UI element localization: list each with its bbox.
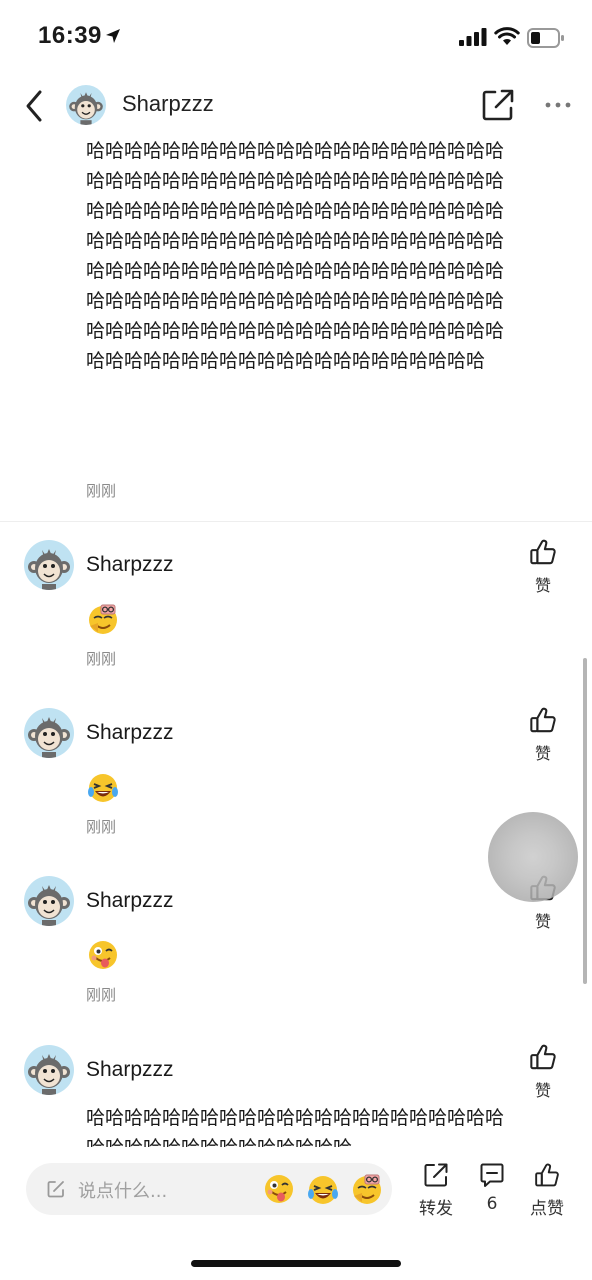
monkey-avatar-icon [66, 85, 106, 125]
like-label: 赞 [534, 744, 551, 763]
comment-timestamp: 刚刚 [86, 650, 117, 668]
comment-like-button[interactable]: 赞 [528, 1043, 558, 1100]
share-icon [424, 1163, 448, 1187]
share-label: 转发 [419, 1199, 453, 1219]
comment-username[interactable]: Sharpzzz [86, 1058, 174, 1082]
like-label: 赞 [534, 576, 551, 595]
comment-timestamp: 刚刚 [86, 986, 117, 1004]
comment-icon [480, 1163, 504, 1187]
status-bar: 16:39 [0, 0, 592, 76]
comment-username[interactable]: Sharpzzz [86, 889, 174, 913]
battery-icon [527, 28, 564, 48]
header: Sharpzzz [0, 76, 592, 136]
comment-text: 哈哈哈哈哈哈哈哈哈哈哈哈哈哈哈哈哈哈哈哈哈哈哈哈哈哈哈哈哈哈哈哈哈哈哈哈 [86, 1107, 505, 1147]
like-label: 点赞 [530, 1199, 564, 1219]
nerd-glasses-emoji-icon [86, 602, 120, 636]
monkey-avatar-icon [24, 1045, 74, 1095]
cellular-signal-icon [459, 28, 487, 46]
monkey-avatar-icon [24, 876, 74, 926]
monkey-avatar-icon [24, 708, 74, 758]
thumbs-up-icon [529, 538, 557, 566]
comment-input-placeholder: 说点什么... [78, 1181, 168, 1202]
post-timestamp: 刚刚 [86, 482, 117, 500]
comment-username[interactable]: Sharpzzz [86, 553, 174, 577]
like-label: 赞 [534, 1081, 551, 1100]
comment-count: 6 [486, 1194, 498, 1214]
header-username[interactable]: Sharpzzz [122, 91, 214, 117]
avatar[interactable] [24, 540, 74, 590]
thumbs-up-icon [529, 1043, 557, 1071]
post-body-text: 哈哈哈哈哈哈哈哈哈哈哈哈哈哈哈哈哈哈哈哈哈哈哈哈哈哈哈哈哈哈哈哈哈哈哈哈哈哈哈哈… [86, 140, 505, 372]
home-indicator[interactable] [191, 1260, 401, 1267]
comment-like-button[interactable]: 赞 [528, 538, 558, 595]
share-button[interactable] [481, 88, 515, 122]
thumbs-up-icon [529, 706, 557, 734]
location-arrow-icon [106, 29, 120, 43]
comment-input[interactable]: 说点什么... [26, 1163, 392, 1215]
more-options-button[interactable] [544, 100, 572, 110]
tongue-wink-emoji-icon [86, 938, 120, 972]
comment-action-button[interactable]: 6 [462, 1162, 522, 1214]
share-action-button[interactable]: 转发 [406, 1162, 466, 1219]
edit-icon [47, 1181, 64, 1198]
comment-item: Sharpzzz 刚刚 赞 [0, 522, 592, 690]
comment-like-button[interactable]: 赞 [528, 706, 558, 763]
thumbs-up-icon [534, 1162, 560, 1188]
scrollbar[interactable] [583, 658, 587, 984]
nerd-glasses-emoji-icon[interactable] [350, 1172, 384, 1206]
monkey-avatar-icon [24, 540, 74, 590]
status-time: 16:39 [38, 22, 102, 49]
like-label: 赞 [534, 912, 551, 931]
laugh-cry-emoji-icon [86, 770, 120, 804]
wifi-icon [494, 27, 520, 45]
comment-timestamp: 刚刚 [86, 818, 117, 836]
touch-indicator [488, 812, 578, 902]
like-action-button[interactable]: 点赞 [517, 1162, 577, 1219]
bottom-action-bar: 说点什么... 转发 6 点赞 [0, 1150, 592, 1230]
avatar[interactable] [24, 1045, 74, 1095]
avatar[interactable] [24, 708, 74, 758]
avatar[interactable] [66, 85, 106, 125]
avatar[interactable] [24, 876, 74, 926]
back-button[interactable] [20, 86, 52, 126]
comment-username[interactable]: Sharpzzz [86, 721, 174, 745]
tongue-wink-emoji-icon[interactable] [262, 1172, 296, 1206]
laugh-cry-emoji-icon[interactable] [306, 1172, 340, 1206]
